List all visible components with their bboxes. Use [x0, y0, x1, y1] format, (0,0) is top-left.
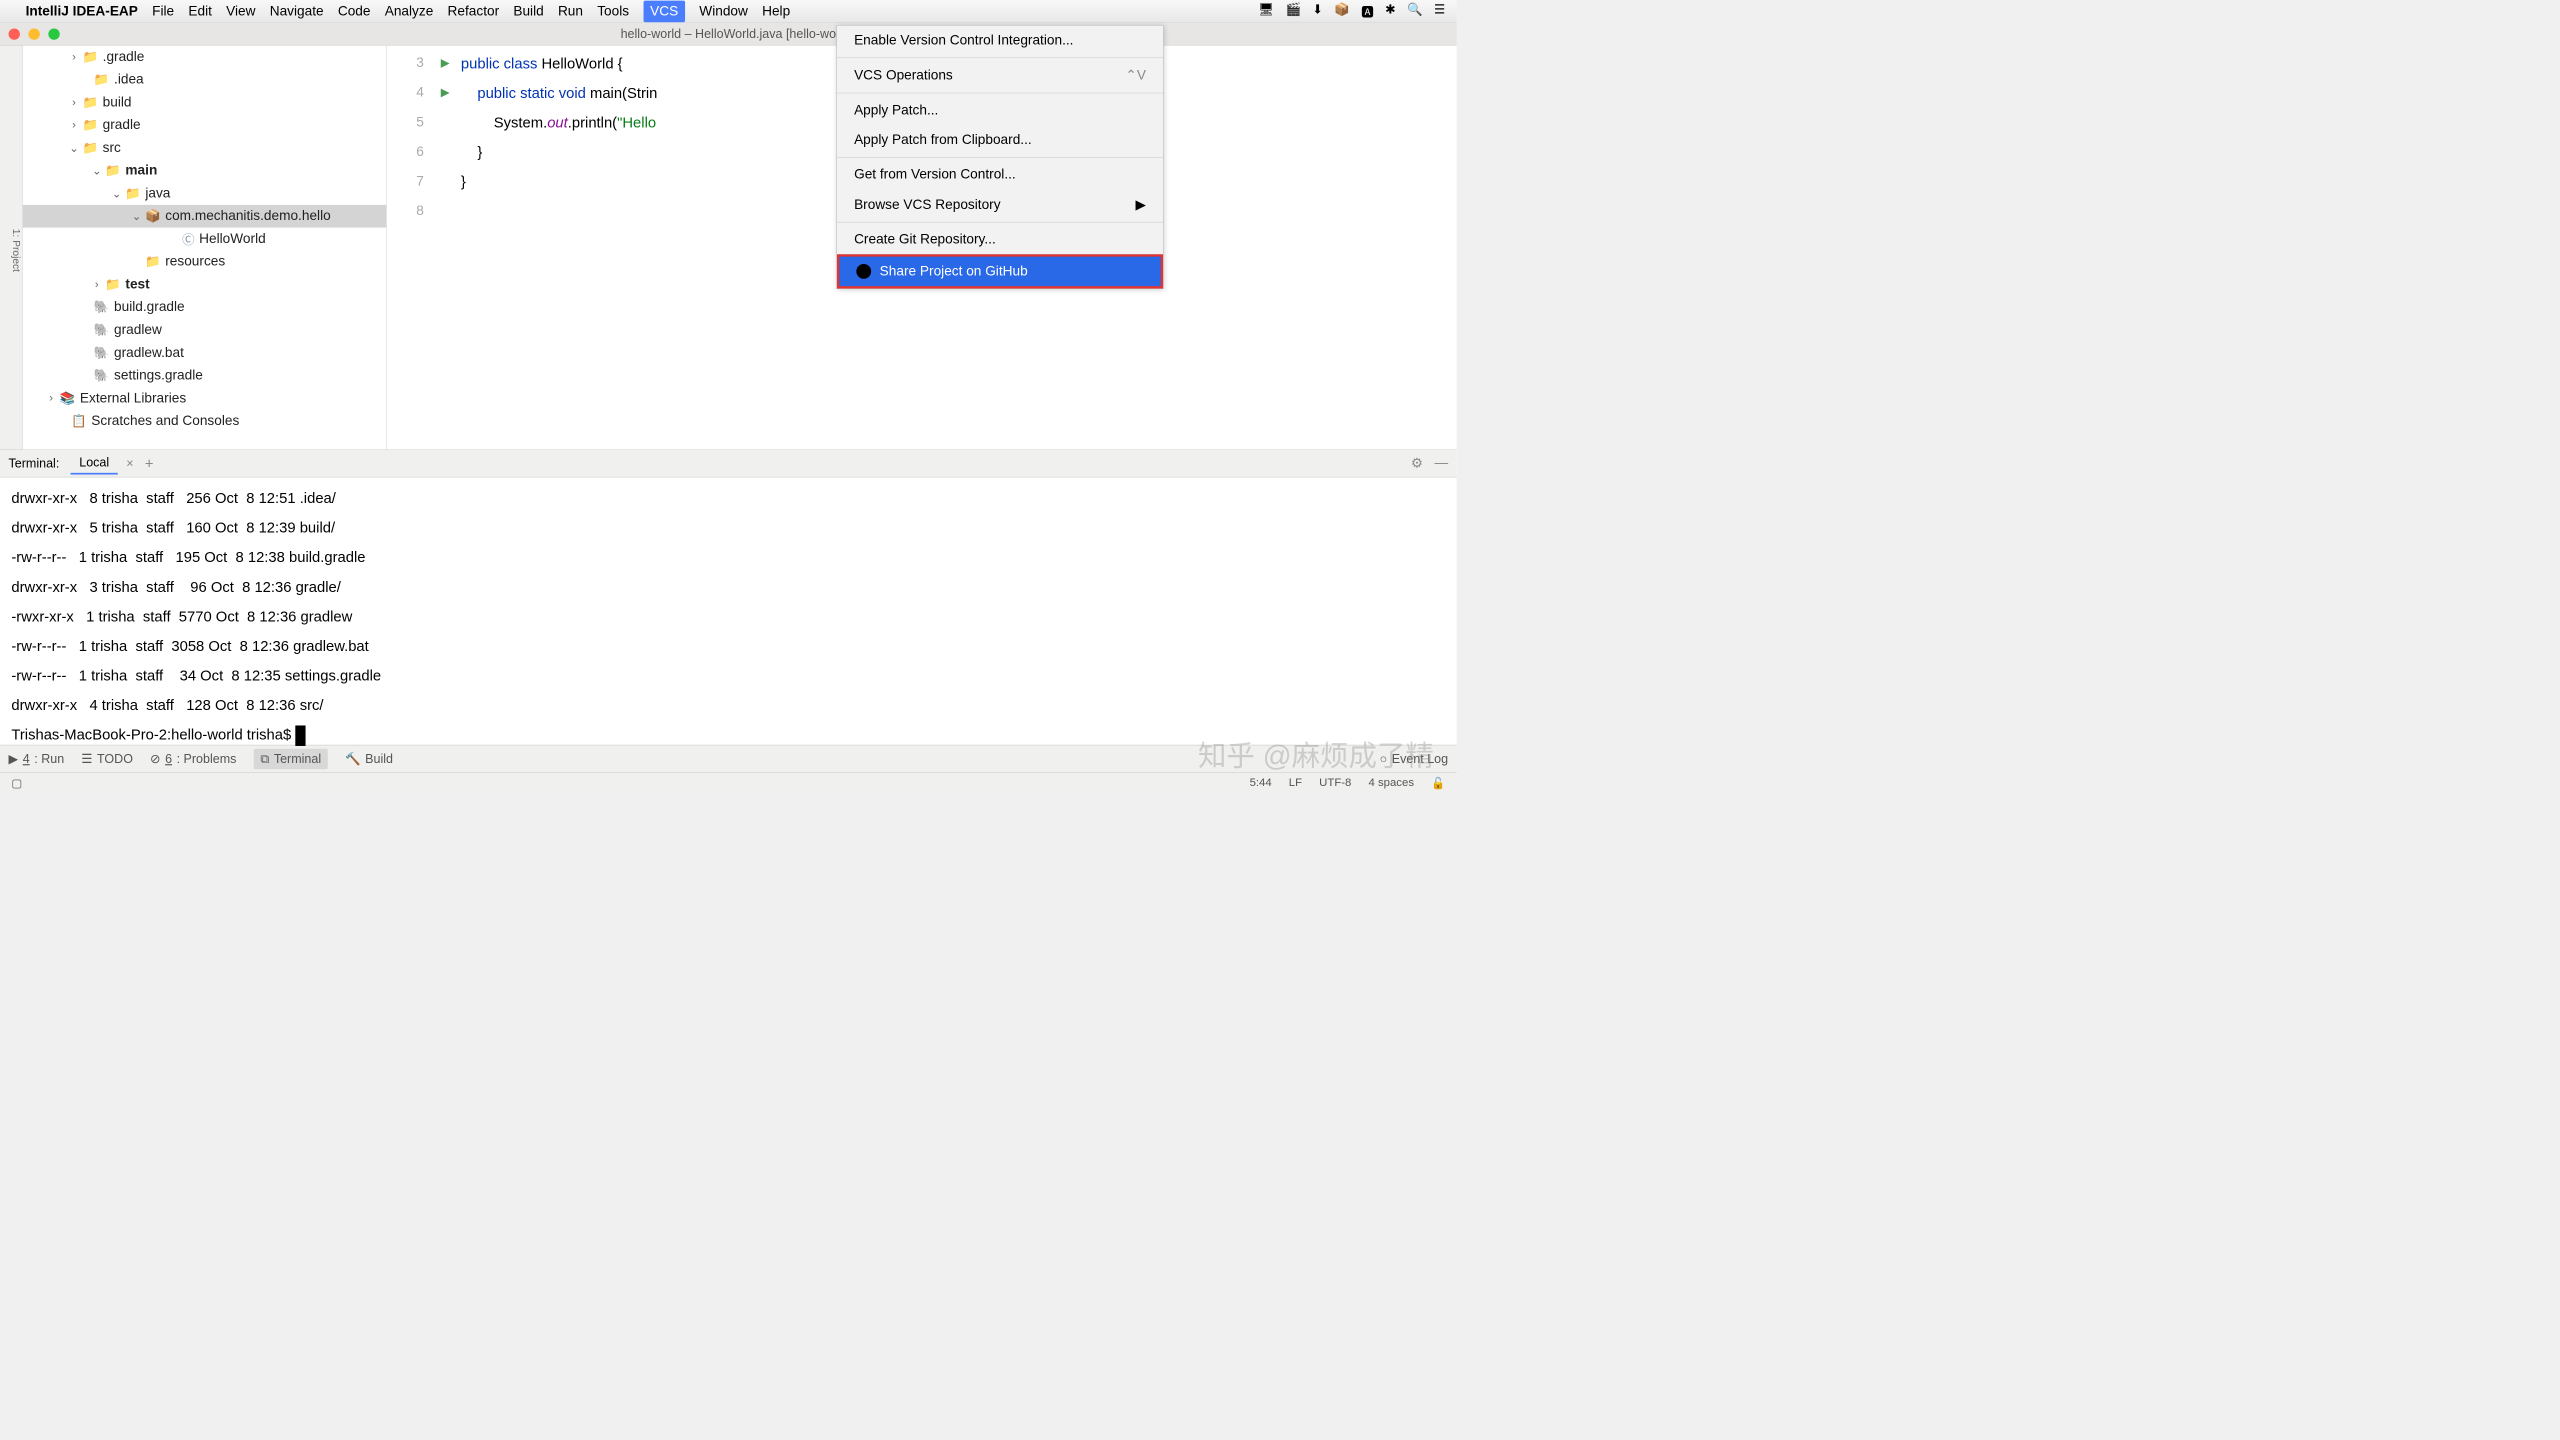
traffic-lights: [9, 28, 60, 39]
menu-tools[interactable]: Tools: [597, 3, 629, 19]
vcs-menu-item[interactable]: Apply Patch...: [837, 96, 1163, 126]
menu-navigate[interactable]: Navigate: [270, 3, 324, 19]
vcs-menu-item[interactable]: Create Git Repository...: [837, 225, 1163, 255]
menu-edit[interactable]: Edit: [188, 3, 212, 19]
gear-icon[interactable]: ⚙: [1411, 455, 1423, 472]
window-title: hello-world – HelloWorld.java [hello-wo: [621, 26, 836, 41]
menubar-right: 🖥 🎬 ⬇ 📦 🅰 ✱ 🔍 ☰: [1258, 2, 1445, 20]
terminal-tab-local[interactable]: Local: [71, 452, 118, 474]
close-button[interactable]: [9, 28, 20, 39]
dropbox-icon[interactable]: ⬇: [1312, 2, 1322, 20]
vcs-menu-item[interactable]: Apply Patch from Clipboard...: [837, 125, 1163, 155]
project-tab[interactable]: 1: Project: [10, 229, 22, 272]
menu-build[interactable]: Build: [513, 3, 543, 19]
tree-item[interactable]: ⌄📁src: [23, 137, 387, 160]
watermark: 知乎 @麻烦成了精: [1198, 733, 1434, 774]
tree-item[interactable]: ›📁test: [23, 273, 387, 296]
tab-problems[interactable]: ⊘ 6: Problems: [150, 751, 236, 766]
tree-item[interactable]: ⌄📦com.mechanitis.demo.hello: [23, 205, 387, 228]
vcs-menu-item[interactable]: Browse VCS Repository▶: [837, 189, 1163, 219]
macos-menubar: IntelliJ IDEA-EAP File Edit View Navigat…: [0, 0, 1457, 23]
status-bar: ▢ 5:44 LF UTF-8 4 spaces 🔓: [0, 772, 1457, 794]
tree-item[interactable]: 🐘gradlew.bat: [23, 341, 387, 364]
tab-run[interactable]: ▶ 4: Run: [9, 751, 65, 766]
tree-item[interactable]: ›📚External Libraries: [23, 387, 387, 410]
box-icon[interactable]: 📦: [1334, 2, 1350, 20]
tree-item[interactable]: ⌄📁main: [23, 159, 387, 182]
menu-run[interactable]: Run: [558, 3, 583, 19]
adobe-icon[interactable]: 🅰: [1361, 2, 1374, 20]
tree-item[interactable]: 📁resources: [23, 250, 387, 273]
vcs-dropdown-menu: Enable Version Control Integration... VCS…: [836, 25, 1163, 289]
tree-item[interactable]: ›📁build: [23, 91, 387, 114]
encoding[interactable]: UTF-8: [1319, 776, 1351, 790]
menu-help[interactable]: Help: [762, 3, 790, 19]
tree-item[interactable]: 📋Scratches and Consoles: [23, 410, 387, 433]
cursor-position[interactable]: 5:44: [1250, 776, 1272, 790]
terminal-panel: Terminal: Local × + ⚙ — drwxr-xr-x 8 tri…: [0, 450, 1457, 745]
display-icon[interactable]: 🖥: [1258, 2, 1274, 20]
vcs-menu-item[interactable]: VCS Operations⌃V: [837, 60, 1163, 90]
tab-build[interactable]: 🔨 Build: [345, 751, 393, 766]
terminal-content[interactable]: drwxr-xr-x 8 trisha staff 256 Oct 8 12:5…: [0, 477, 1457, 744]
line-ending[interactable]: LF: [1289, 776, 1302, 790]
terminal-close-icon[interactable]: ×: [126, 456, 133, 471]
vcs-menu-item[interactable]: Enable Version Control Integration...: [837, 26, 1163, 56]
minimize-icon[interactable]: —: [1434, 455, 1448, 472]
left-sidebar: 1: Project: [0, 46, 23, 450]
vcs-menu-item[interactable]: Get from Version Control...: [837, 160, 1163, 190]
tree-item[interactable]: ›📁gradle: [23, 114, 387, 137]
main-area: 1: Project ›📁.gradle📁.idea›📁build›📁gradl…: [0, 46, 1457, 450]
tree-item[interactable]: ⒸHelloWorld: [23, 228, 387, 251]
tab-terminal[interactable]: ⧉ Terminal: [253, 749, 327, 769]
terminal-add-icon[interactable]: +: [145, 455, 154, 473]
menu-code[interactable]: Code: [338, 3, 371, 19]
movie-icon[interactable]: 🎬: [1285, 2, 1301, 20]
menu-analyze[interactable]: Analyze: [385, 3, 434, 19]
tree-item[interactable]: ›📁.gradle: [23, 46, 387, 69]
minimize-button[interactable]: [28, 28, 39, 39]
window-titlebar: hello-world – HelloWorld.java [hello-wo: [0, 23, 1457, 46]
app-name[interactable]: IntelliJ IDEA-EAP: [26, 3, 138, 19]
vcs-menu-item[interactable]: Share Project on GitHub: [837, 254, 1163, 288]
terminal-tabs: Terminal: Local × + ⚙ —: [0, 450, 1457, 477]
github-icon: [856, 264, 871, 279]
project-tree[interactable]: ›📁.gradle📁.idea›📁build›📁gradle⌄📁src⌄📁mai…: [23, 46, 387, 450]
tree-item[interactable]: 🐘build.gradle: [23, 296, 387, 319]
menu-file[interactable]: File: [152, 3, 174, 19]
gutter: 3▶4▶5678: [387, 46, 438, 450]
status-icon[interactable]: ▢: [11, 776, 22, 790]
tree-item[interactable]: ⌄📁java: [23, 182, 387, 205]
menu-window[interactable]: Window: [699, 3, 748, 19]
indent[interactable]: 4 spaces: [1368, 776, 1414, 790]
tab-todo[interactable]: ☰ TODO: [81, 751, 133, 766]
menu-refactor[interactable]: Refactor: [448, 3, 500, 19]
menu-icon[interactable]: ☰: [1434, 2, 1445, 20]
menu-vcs[interactable]: VCS: [643, 0, 685, 22]
terminal-label: Terminal:: [9, 456, 60, 471]
maximize-button[interactable]: [48, 28, 59, 39]
menu-view[interactable]: View: [226, 3, 255, 19]
tree-item[interactable]: 🐘gradlew: [23, 319, 387, 342]
settings-icon[interactable]: ✱: [1385, 2, 1395, 20]
search-icon[interactable]: 🔍: [1407, 2, 1423, 20]
tree-item[interactable]: 🐘settings.gradle: [23, 364, 387, 387]
tree-item[interactable]: 📁.idea: [23, 68, 387, 91]
lock-icon[interactable]: 🔓: [1431, 776, 1445, 790]
